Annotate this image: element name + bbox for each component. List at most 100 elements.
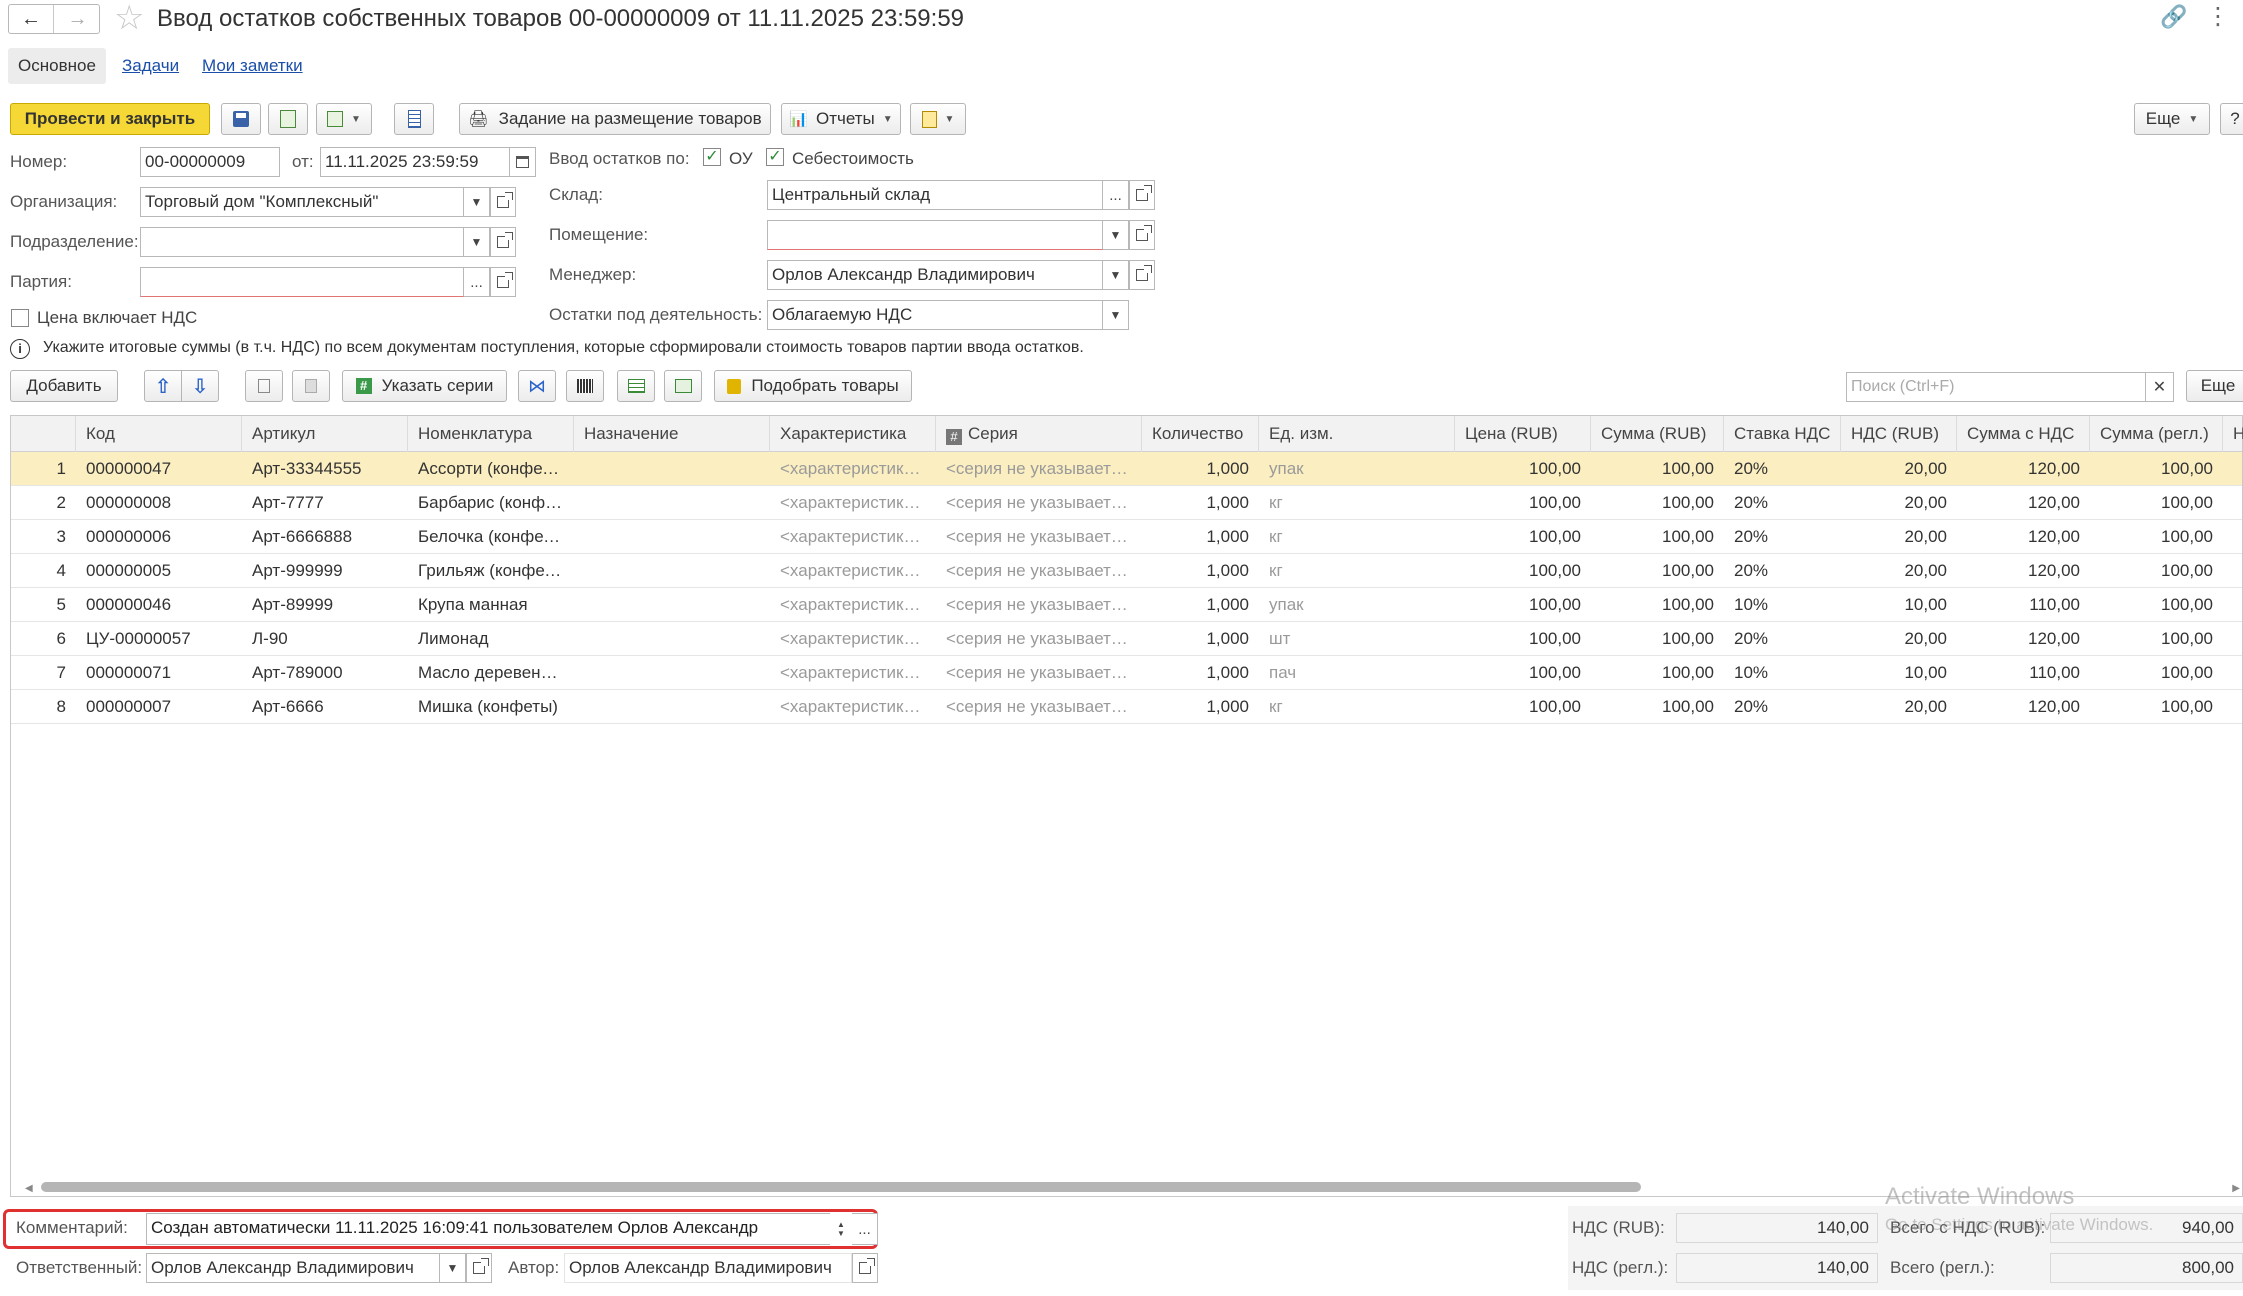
cell-vat-rate[interactable]: 20%: [1724, 452, 1841, 486]
column-header-unit[interactable]: Ед. изм.: [1259, 416, 1455, 452]
cell-purpose[interactable]: [574, 622, 770, 656]
link-icon[interactable]: 🔗: [2160, 4, 2187, 30]
cell-vat-rate[interactable]: 20%: [1724, 622, 1841, 656]
organization-dropdown[interactable]: ▼: [464, 187, 490, 217]
cell-sum-reg[interactable]: 100,00: [2090, 520, 2223, 554]
cell-unit[interactable]: кг: [1259, 554, 1455, 588]
activity-dropdown[interactable]: ▼: [1103, 300, 1129, 330]
cell-sum[interactable]: 100,00: [1591, 452, 1724, 486]
reports-button[interactable]: 📊 Отчеты ▼: [781, 103, 901, 135]
cell-sum-reg[interactable]: 100,00: [2090, 690, 2223, 724]
price-includes-vat-checkbox[interactable]: [11, 309, 29, 327]
room-field[interactable]: [767, 220, 1103, 250]
cell-price[interactable]: 100,00: [1455, 656, 1591, 690]
cell-price[interactable]: 100,00: [1455, 622, 1591, 656]
column-header-vat[interactable]: НДС (RUB): [1841, 416, 1957, 452]
column-header-extra[interactable]: Н: [2223, 416, 2243, 452]
pick-goods-button[interactable]: Подобрать товары: [714, 370, 912, 402]
comment-edit-button[interactable]: ...: [852, 1213, 878, 1245]
cell-quantity[interactable]: 1,000: [1142, 452, 1259, 486]
cell-article[interactable]: Л-90: [242, 622, 408, 656]
cell-sum-reg[interactable]: 100,00: [2090, 452, 2223, 486]
cell-unit[interactable]: шт: [1259, 622, 1455, 656]
specify-series-button[interactable]: # Указать серии: [342, 370, 507, 402]
cell-nomenclature[interactable]: Барбарис (конфеты): [408, 486, 574, 520]
move-up-button[interactable]: ⇧: [144, 370, 182, 402]
responsible-open-button[interactable]: [466, 1253, 492, 1283]
cell-vat-rate[interactable]: 20%: [1724, 486, 1841, 520]
cell-sum[interactable]: 100,00: [1591, 690, 1724, 724]
division-open-button[interactable]: [490, 227, 516, 257]
cell-article[interactable]: Арт-33344555: [242, 452, 408, 486]
cell-sum-reg[interactable]: 100,00: [2090, 588, 2223, 622]
cell-price[interactable]: 100,00: [1455, 520, 1591, 554]
cell-sum-reg[interactable]: 100,00: [2090, 554, 2223, 588]
cell-vat[interactable]: 20,00: [1841, 554, 1957, 588]
division-dropdown[interactable]: ▼: [464, 227, 490, 257]
scroll-right-icon[interactable]: ▶: [2232, 1183, 2240, 1194]
column-header-code[interactable]: Код: [76, 416, 242, 452]
cell-quantity[interactable]: 1,000: [1142, 486, 1259, 520]
cell-purpose[interactable]: [574, 486, 770, 520]
move-down-button[interactable]: ⇩: [181, 370, 219, 402]
cell-purpose[interactable]: [574, 656, 770, 690]
copy-row-button[interactable]: [245, 370, 283, 402]
attachments-button[interactable]: ▼: [910, 103, 966, 135]
cell-row-number[interactable]: 3: [11, 520, 76, 554]
cell-code[interactable]: 000000008: [76, 486, 242, 520]
cell-vat[interactable]: 20,00: [1841, 486, 1957, 520]
back-arrow-icon[interactable]: ←: [9, 5, 54, 33]
cell-purpose[interactable]: [574, 520, 770, 554]
post-and-close-button[interactable]: Провести и закрыть: [10, 103, 210, 135]
batch-select-button[interactable]: ...: [464, 267, 490, 297]
table-row[interactable]: 1 000000047 Арт-33344555 Ассорти (конфеты) <…: [11, 452, 2242, 486]
cell-code[interactable]: 000000071: [76, 656, 242, 690]
cell-vat[interactable]: 10,00: [1841, 656, 1957, 690]
cell-row-number[interactable]: 1: [11, 452, 76, 486]
more-button[interactable]: Еще ▼: [2134, 103, 2210, 135]
cell-sum[interactable]: 100,00: [1591, 554, 1724, 588]
cell-purpose[interactable]: [574, 452, 770, 486]
cell-series[interactable]: <серия не указывается>: [936, 520, 1142, 554]
cell-price[interactable]: 100,00: [1455, 690, 1591, 724]
cell-row-number[interactable]: 4: [11, 554, 76, 588]
cell-article[interactable]: Арт-789000: [242, 656, 408, 690]
column-header-vat-rate[interactable]: Ставка НДС: [1724, 416, 1841, 452]
responsible-field[interactable]: Орлов Александр Владимирович: [146, 1253, 440, 1283]
cell-vat-rate[interactable]: 10%: [1724, 588, 1841, 622]
number-field[interactable]: 00-00000009: [140, 147, 280, 177]
cell-article[interactable]: Арт-7777: [242, 486, 408, 520]
cell-code[interactable]: ЦУ-00000057: [76, 622, 242, 656]
column-header-sum-with-vat[interactable]: Сумма с НДС: [1957, 416, 2090, 452]
cell-sum-with-vat[interactable]: 120,00: [1957, 554, 2090, 588]
cell-sum-reg[interactable]: 100,00: [2090, 486, 2223, 520]
cell-sum-reg[interactable]: 100,00: [2090, 622, 2223, 656]
cell-unit[interactable]: кг: [1259, 520, 1455, 554]
cell-purpose[interactable]: [574, 588, 770, 622]
cell-price[interactable]: 100,00: [1455, 452, 1591, 486]
paste-row-button[interactable]: [292, 370, 330, 402]
cell-nomenclature[interactable]: Масло деревенское: [408, 656, 574, 690]
table-row[interactable]: 7 000000071 Арт-789000 Масло деревенское <ха…: [11, 656, 2242, 690]
document-journal-button[interactable]: [394, 103, 434, 135]
help-button[interactable]: ?: [2220, 103, 2243, 135]
tab-tasks[interactable]: Задачи: [122, 48, 179, 84]
batch-open-button[interactable]: [490, 267, 516, 297]
placement-task-button[interactable]: 🖨 Задание на размещение товаров: [459, 103, 771, 135]
table-row[interactable]: 6 ЦУ-00000057 Л-90 Лимонад <характеристики н…: [11, 622, 2242, 656]
cell-vat-rate[interactable]: 20%: [1724, 520, 1841, 554]
cell-vat-rate[interactable]: 20%: [1724, 554, 1841, 588]
column-header-sum-reg[interactable]: Сумма (регл.): [2090, 416, 2223, 452]
cell-characteristic[interactable]: <характеристики не используются>: [770, 520, 936, 554]
cost-checkbox[interactable]: ✓: [766, 148, 784, 166]
column-header-quantity[interactable]: Количество: [1142, 416, 1259, 452]
warehouse-open-button[interactable]: [1129, 180, 1155, 210]
cell-unit[interactable]: упак: [1259, 452, 1455, 486]
comment-spin[interactable]: ▲ ▼: [830, 1213, 852, 1245]
column-header-characteristic[interactable]: Характеристика: [770, 416, 936, 452]
cell-article[interactable]: Арт-999999: [242, 554, 408, 588]
post-button[interactable]: [268, 103, 308, 135]
cell-sum[interactable]: 100,00: [1591, 588, 1724, 622]
cell-vat[interactable]: 20,00: [1841, 520, 1957, 554]
add-row-button[interactable]: Добавить: [10, 370, 118, 402]
